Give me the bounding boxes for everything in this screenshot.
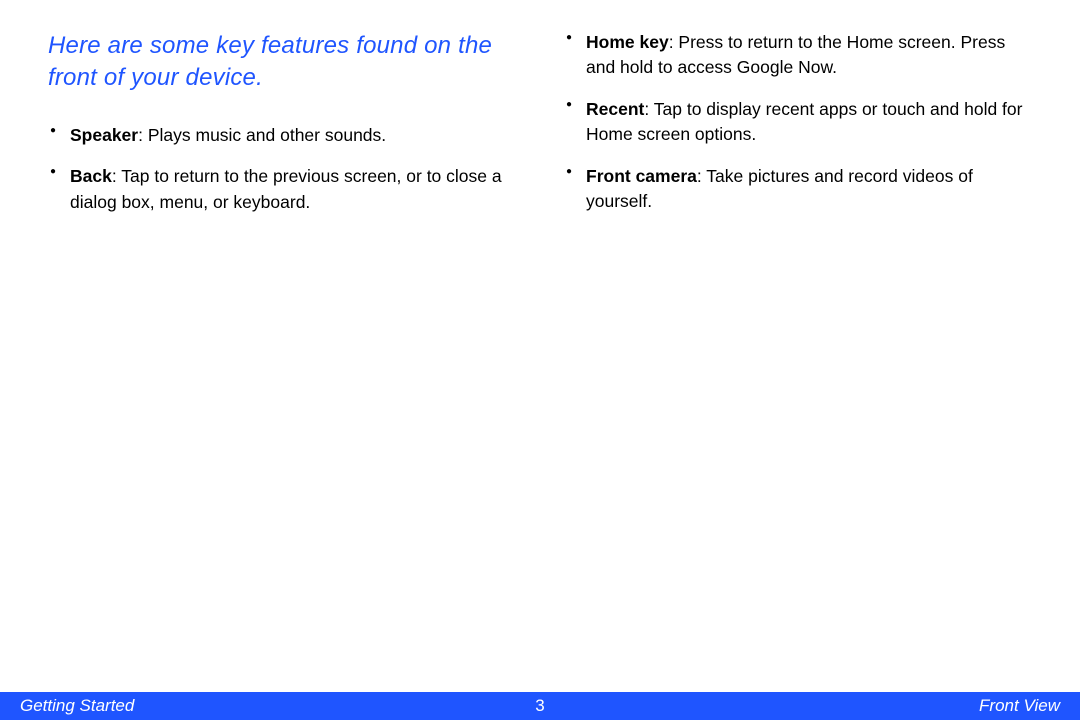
footer-page-number: 3: [535, 696, 544, 716]
feature-term: Home key: [586, 32, 669, 52]
feature-desc: : Tap to return to the previous screen, …: [70, 166, 502, 211]
feature-list-right: Home key: Press to return to the Home sc…: [564, 30, 1032, 214]
feature-desc: : Tap to display recent apps or touch an…: [586, 99, 1022, 144]
feature-desc: : Plays music and other sounds.: [138, 125, 386, 145]
feature-term: Recent: [586, 99, 644, 119]
intro-heading: Here are some key features found on the …: [48, 30, 516, 95]
feature-term: Speaker: [70, 125, 138, 145]
left-column: Here are some key features found on the …: [48, 30, 516, 231]
feature-term: Front camera: [586, 166, 697, 186]
feature-term: Back: [70, 166, 112, 186]
footer-section-right: Front View: [979, 696, 1060, 716]
list-item: Home key: Press to return to the Home sc…: [564, 30, 1032, 81]
list-item: Front camera: Take pictures and record v…: [564, 164, 1032, 215]
footer-section-left: Getting Started: [20, 696, 134, 716]
manual-page: Here are some key features found on the …: [0, 0, 1080, 720]
content-columns: Here are some key features found on the …: [0, 0, 1080, 231]
right-column: Home key: Press to return to the Home sc…: [564, 30, 1032, 231]
page-footer: Getting Started 3 Front View: [0, 692, 1080, 720]
feature-list-left: Speaker: Plays music and other sounds. B…: [48, 123, 516, 215]
list-item: Recent: Tap to display recent apps or to…: [564, 97, 1032, 148]
list-item: Back: Tap to return to the previous scre…: [48, 164, 516, 215]
list-item: Speaker: Plays music and other sounds.: [48, 123, 516, 148]
